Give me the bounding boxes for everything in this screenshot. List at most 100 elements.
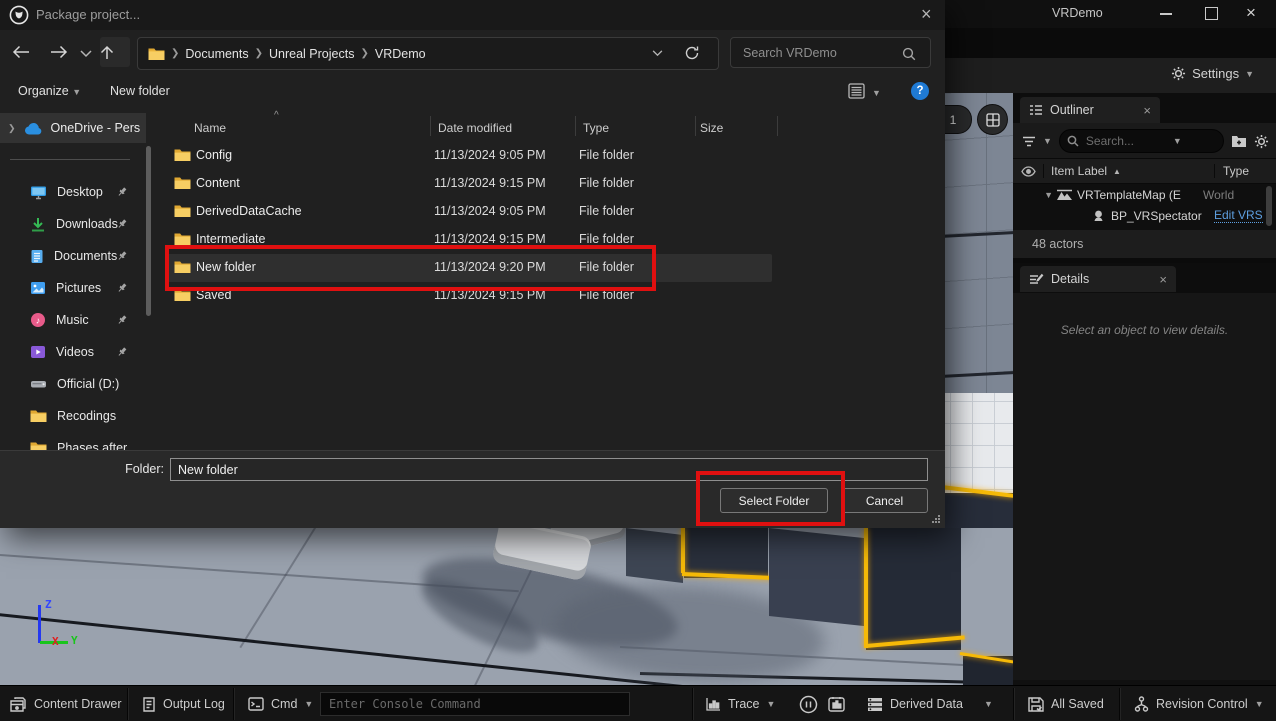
dialog-titlebar[interactable]: Package project... ×: [0, 0, 945, 30]
settings-button[interactable]: Settings ▼: [1171, 66, 1254, 81]
outliner-row-spectator[interactable]: BP_VRSpectator Edit VRS: [1013, 205, 1276, 226]
sidebar-item-desktop[interactable]: Desktop: [0, 176, 146, 208]
chevron-down-icon: ▼: [767, 699, 776, 709]
breadcrumb-vrdemo[interactable]: VRDemo: [375, 47, 426, 61]
derived-data-dropdown[interactable]: Derived Data ▼: [867, 686, 993, 721]
file-row-config[interactable]: Config 11/13/2024 9:05 PM File folder: [162, 142, 941, 170]
outliner-settings-icon[interactable]: [1254, 134, 1269, 149]
chevron-down-icon[interactable]: ▼: [1043, 136, 1052, 146]
actors-count-bar: 48 actors: [1013, 230, 1276, 258]
onedrive-cloud-icon: [24, 122, 43, 135]
new-folder-button[interactable]: New folder: [110, 84, 170, 98]
breadcrumb-documents[interactable]: Documents: [185, 47, 248, 61]
documents-icon: [30, 249, 44, 264]
maximize-viewport-button[interactable]: [977, 104, 1008, 135]
right-dock: Outliner × ▼ ▼ Item Label ▲ Type: [1013, 93, 1276, 685]
eye-icon[interactable]: [1021, 166, 1036, 177]
sidebar-item-phases[interactable]: Phases after...: [0, 432, 146, 450]
column-size[interactable]: Size: [700, 121, 723, 135]
expand-chevron-icon[interactable]: ❯: [8, 123, 16, 134]
breadcrumb-separator: ❯: [171, 48, 179, 59]
back-icon[interactable]: [12, 45, 30, 59]
trace-dropdown[interactable]: Trace ▼: [706, 686, 775, 721]
file-row-content[interactable]: Content 11/13/2024 9:15 PM File folder: [162, 170, 941, 198]
chevron-down-icon: ▼: [1245, 69, 1254, 79]
column-sep[interactable]: [575, 116, 576, 136]
cancel-button[interactable]: Cancel: [841, 488, 928, 513]
tab-details[interactable]: Details ×: [1020, 266, 1176, 292]
column-item-label[interactable]: Item Label: [1043, 164, 1107, 178]
outliner-scrollbar[interactable]: [1266, 186, 1272, 226]
dialog-commandbar: Organize ▼ New folder ▼ ?: [0, 76, 945, 110]
close-icon[interactable]: ×: [1143, 104, 1151, 117]
view-chevron-icon[interactable]: ▼: [872, 88, 881, 98]
search-box[interactable]: [730, 37, 931, 68]
column-sep[interactable]: [777, 116, 778, 136]
file-name: DerivedDataCache: [196, 204, 302, 218]
view-mode-icon[interactable]: [848, 83, 865, 99]
settings-label: Settings: [1192, 66, 1239, 81]
drive-icon: [30, 378, 47, 390]
column-name[interactable]: Name: [194, 121, 226, 135]
revision-control-label: Revision Control: [1156, 697, 1248, 711]
sidebar-item-recodings[interactable]: Recodings: [0, 400, 146, 432]
sidebar-item-music[interactable]: ♪ Music: [0, 304, 146, 336]
outliner-search[interactable]: ▼: [1059, 129, 1224, 153]
resize-grip[interactable]: [931, 514, 941, 524]
search-icon: [902, 47, 916, 61]
refresh-icon[interactable]: [684, 45, 700, 61]
column-sep[interactable]: [430, 116, 431, 136]
recent-chevron-icon[interactable]: [80, 50, 92, 58]
edit-vrs-link[interactable]: Edit VRS: [1214, 208, 1263, 223]
revision-control-dropdown[interactable]: Revision Control ▼: [1134, 686, 1264, 721]
column-sep[interactable]: [695, 116, 696, 136]
outliner-search-input[interactable]: [1084, 133, 1168, 149]
close-icon[interactable]: ×: [1159, 273, 1167, 286]
column-type[interactable]: Type: [1214, 164, 1276, 178]
sidebar-item-pictures[interactable]: Pictures: [0, 272, 146, 304]
sidebar-item-documents[interactable]: Documents: [0, 240, 146, 272]
insights-button[interactable]: [799, 686, 818, 721]
address-bar[interactable]: ❯ Documents ❯ Unreal Projects ❯ VRDemo: [137, 37, 719, 70]
pin-icon: [116, 186, 128, 198]
forward-icon[interactable]: [50, 45, 68, 59]
sidebar-item-onedrive[interactable]: ❯ OneDrive - Pers: [0, 113, 146, 143]
sidebar-item-drive-d[interactable]: Official (D:): [0, 368, 146, 400]
help-button[interactable]: ?: [911, 82, 929, 100]
music-icon: ♪: [30, 312, 46, 328]
all-saved-button[interactable]: All Saved: [1028, 686, 1104, 721]
cmd-dropdown[interactable]: Cmd ▼: [248, 686, 313, 721]
dialog-close-button[interactable]: ×: [921, 5, 932, 23]
console-command-input[interactable]: [320, 692, 630, 716]
add-folder-icon[interactable]: [1231, 134, 1247, 148]
sidebar-item-downloads[interactable]: Downloads: [0, 208, 146, 240]
search-input[interactable]: [741, 45, 895, 61]
sidebar-item-videos[interactable]: Videos: [0, 336, 146, 368]
snapshot-button[interactable]: [827, 686, 846, 721]
close-button[interactable]: ×: [1246, 3, 1256, 23]
tab-outliner[interactable]: Outliner ×: [1020, 97, 1160, 123]
column-date-modified[interactable]: Date modified: [438, 121, 512, 135]
cube-a-front: [684, 528, 768, 578]
chevron-down-icon[interactable]: ▼: [1173, 136, 1182, 146]
meter-icon: [827, 695, 846, 713]
videos-icon: [30, 345, 46, 359]
sidebar-label: Desktop: [57, 185, 103, 199]
output-log-button[interactable]: Output Log: [142, 686, 225, 721]
column-type[interactable]: Type: [583, 121, 609, 135]
sidebar-scrollbar[interactable]: [146, 146, 151, 316]
address-chevron-icon[interactable]: [652, 50, 663, 57]
pin-icon: [116, 314, 128, 326]
maximize-button[interactable]: [1205, 7, 1218, 20]
gear-icon: [1171, 66, 1186, 81]
minimize-button[interactable]: [1160, 13, 1172, 15]
derived-data-label: Derived Data: [890, 697, 963, 711]
outliner-row-world[interactable]: ▼ VRTemplateMap (E World: [1013, 184, 1276, 205]
up-button[interactable]: [100, 37, 130, 67]
organize-button[interactable]: Organize ▼: [18, 84, 81, 98]
file-row-deriveddatacache[interactable]: DerivedDataCache 11/13/2024 9:05 PM File…: [162, 198, 941, 226]
content-drawer-button[interactable]: Content Drawer: [10, 686, 122, 721]
expand-arrow-icon[interactable]: ▼: [1013, 190, 1053, 200]
breadcrumb-unreal-projects[interactable]: Unreal Projects: [269, 47, 354, 61]
pictures-icon: [30, 281, 46, 295]
